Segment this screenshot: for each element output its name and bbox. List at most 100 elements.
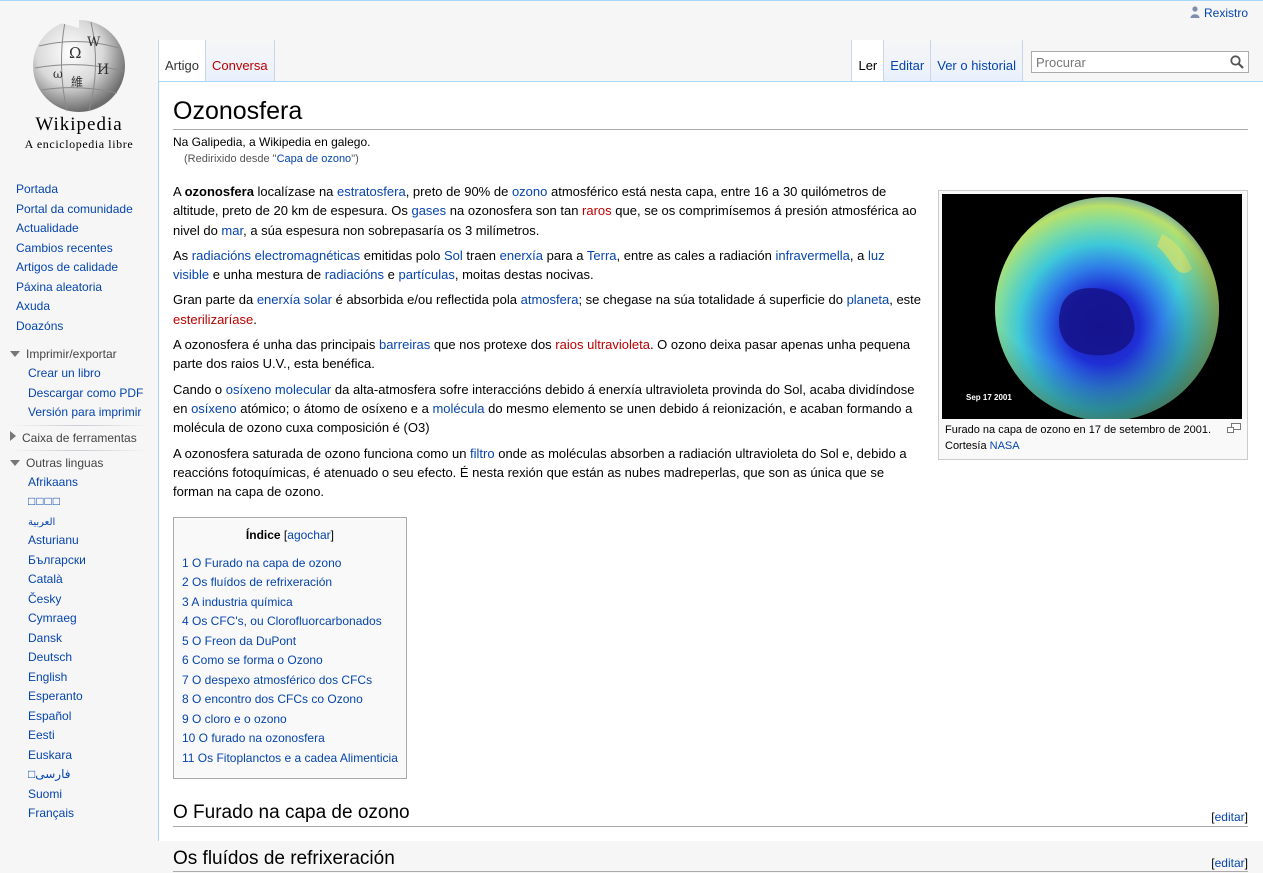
language-link[interactable]: Български — [28, 553, 86, 567]
wiki-link[interactable]: Terra — [587, 248, 617, 263]
section-edit-link[interactable]: editar — [1215, 856, 1245, 870]
search-icon[interactable] — [1230, 55, 1244, 69]
tab-history[interactable]: Ver o historial — [931, 40, 1023, 81]
wiki-link[interactable]: mar — [221, 223, 243, 238]
language-link[interactable]: Euskara — [28, 748, 72, 762]
wiki-link[interactable]: molécula — [432, 401, 484, 416]
print-export-link[interactable]: Crear un libro — [28, 366, 101, 380]
sidebar-nav-link[interactable]: Axuda — [16, 299, 50, 313]
enlarge-icon[interactable] — [1227, 423, 1241, 433]
language-link[interactable]: □□□□ — [28, 494, 61, 508]
wiki-link[interactable]: osíxeno — [191, 401, 237, 416]
wiki-link[interactable]: radiacións — [325, 267, 384, 282]
wiki-link[interactable]: barreiras — [379, 337, 430, 352]
toc-link[interactable]: 1 O Furado na capa de ozono — [182, 556, 341, 570]
wiki-link[interactable]: osíxeno molecular — [226, 382, 332, 397]
toc-link[interactable]: 3 A industria química — [182, 595, 293, 609]
print-export-link[interactable]: Descargar como PDF — [28, 386, 143, 400]
ozone-hole-image[interactable]: Sep 17 2001 — [942, 194, 1242, 419]
content-area: Ozonosfera Na Galipedia, a Wikipedia en … — [158, 81, 1263, 872]
toc-link[interactable]: 8 O encontro dos CFCs co Ozono — [182, 692, 363, 706]
logo-tagline: A enciclopedia libre — [24, 137, 134, 151]
wiki-link[interactable]: planeta — [847, 292, 890, 307]
article-paragraph: As radiacións electromagnéticas emitidas… — [173, 246, 921, 285]
caption-link[interactable]: NASA — [990, 440, 1020, 452]
sidebar-nav-link[interactable]: Artigos de calidade — [16, 260, 118, 274]
search-input[interactable] — [1032, 52, 1230, 72]
language-item: Български — [0, 551, 158, 571]
languages-toggle[interactable]: Outras linguas — [0, 453, 158, 473]
language-link[interactable]: English — [28, 670, 67, 684]
sidebar-nav-link[interactable]: Portal da comunidade — [16, 202, 133, 216]
article-paragraph: Cando o osíxeno molecular da alta-atmosf… — [173, 380, 921, 438]
wiki-link[interactable]: Sol — [444, 248, 463, 263]
wiki-link[interactable]: enerxía — [500, 248, 543, 263]
tab-article[interactable]: Artigo — [158, 40, 206, 81]
red-wiki-link[interactable]: esterilizaríase — [173, 312, 253, 327]
toc-link[interactable]: 7 O despexo atmosférico dos CFCs — [182, 673, 372, 687]
toc-link[interactable]: 5 O Freon da DuPont — [182, 634, 296, 648]
sidebar-nav-link[interactable]: Actualidade — [16, 221, 79, 235]
print-export-link[interactable]: Versión para imprimir — [28, 405, 141, 419]
language-link[interactable]: Afrikaans — [28, 475, 78, 489]
paragraph-text: Gran parte da — [173, 292, 257, 308]
toc-link[interactable]: 11 Os Fitoplanctos e a cadea Alimenticia — [182, 751, 398, 765]
wiki-link[interactable]: partículas — [399, 267, 455, 282]
wiki-link[interactable]: radiacións electromagnéticas — [192, 248, 360, 263]
wiki-link[interactable]: infravermella — [776, 248, 850, 263]
wiki-link[interactable]: ozono — [512, 184, 547, 199]
red-wiki-link[interactable]: raios ultravioleta — [555, 337, 650, 352]
language-link[interactable]: □فارسی — [28, 767, 71, 781]
language-link[interactable]: العربية — [28, 517, 55, 528]
language-link[interactable]: Cymraeg — [28, 611, 77, 625]
expanded-triangle-icon — [10, 351, 20, 357]
languages-title: Outras linguas — [26, 455, 104, 470]
tab-read[interactable]: Ler — [851, 40, 885, 81]
toolbox-toggle[interactable]: Caixa de ferramentas — [0, 428, 158, 448]
paragraph-text: A ozonosfera é unha das principais — [173, 337, 379, 353]
paragraph-text: é absorbida e/ou reflectida pola — [331, 292, 521, 308]
paragraph-text: na ozonosfera son tan — [446, 203, 583, 219]
red-wiki-link[interactable]: raros — [582, 203, 612, 218]
wikipedia-logo[interactable]: Ω W И ω 維 Wikipedia A enciclopedia libre — [0, 10, 158, 160]
language-link[interactable]: Esperanto — [28, 689, 83, 703]
sidebar-nav-item: Artigos de calidade — [0, 258, 158, 278]
language-link[interactable]: Español — [28, 709, 71, 723]
language-item: □□□□ — [0, 492, 158, 512]
tab-edit[interactable]: Editar — [884, 40, 932, 81]
toc-link[interactable]: 4 Os CFC's, ou Clorofluorcarbonados — [182, 614, 382, 628]
sidebar-nav-link[interactable]: Páxina aleatoria — [16, 280, 102, 294]
language-link[interactable]: Français — [28, 806, 74, 820]
toc-link[interactable]: 2 Os fluídos de refrixeración — [182, 575, 332, 589]
language-link[interactable]: Asturianu — [28, 533, 79, 547]
print-export-toggle[interactable]: Imprimir/exportar — [0, 344, 158, 364]
wiki-link[interactable]: estratosfera — [337, 184, 406, 199]
wiki-link[interactable]: enerxía solar — [257, 292, 332, 307]
language-link[interactable]: Català — [28, 572, 63, 586]
paragraph-text: que nos protexe dos — [430, 337, 556, 353]
search-box — [1031, 51, 1249, 73]
view-tabs: Ler Editar Ver o historial — [851, 40, 1249, 81]
tab-talk[interactable]: Conversa — [205, 40, 275, 81]
language-link[interactable]: Dansk — [28, 631, 62, 645]
sidebar-nav-link[interactable]: Portada — [16, 182, 58, 196]
toc-title-row: Índice [agochar] — [245, 528, 334, 543]
language-link[interactable]: Deutsch — [28, 650, 72, 664]
sidebar-nav-link[interactable]: Doazóns — [16, 319, 63, 333]
language-link[interactable]: Eesti — [28, 728, 55, 742]
redirect-link[interactable]: Capa de ozono — [277, 153, 352, 165]
sidebar-nav-link[interactable]: Cambios recentes — [16, 241, 113, 255]
language-link[interactable]: Suomi — [28, 787, 62, 801]
section-edit-link[interactable]: editar — [1215, 810, 1245, 824]
wiki-link[interactable]: atmosfera — [521, 292, 579, 307]
sidebar-nav-item: Portal da comunidade — [0, 200, 158, 220]
section-heading: Os fluídos de refrixeración [editar] — [173, 848, 1248, 872]
login-link[interactable]: Rexistro — [1204, 6, 1248, 20]
toc-link[interactable]: 6 Como se forma o Ozono — [182, 653, 323, 667]
language-link[interactable]: Česky — [28, 592, 61, 606]
toc-link[interactable]: 10 O furado na ozonosfera — [182, 731, 325, 745]
wiki-link[interactable]: gases — [411, 203, 446, 218]
wiki-link[interactable]: filtro — [470, 446, 495, 461]
toc-toggle-link[interactable]: agochar — [287, 528, 330, 542]
toc-link[interactable]: 9 O cloro e o ozono — [182, 712, 287, 726]
